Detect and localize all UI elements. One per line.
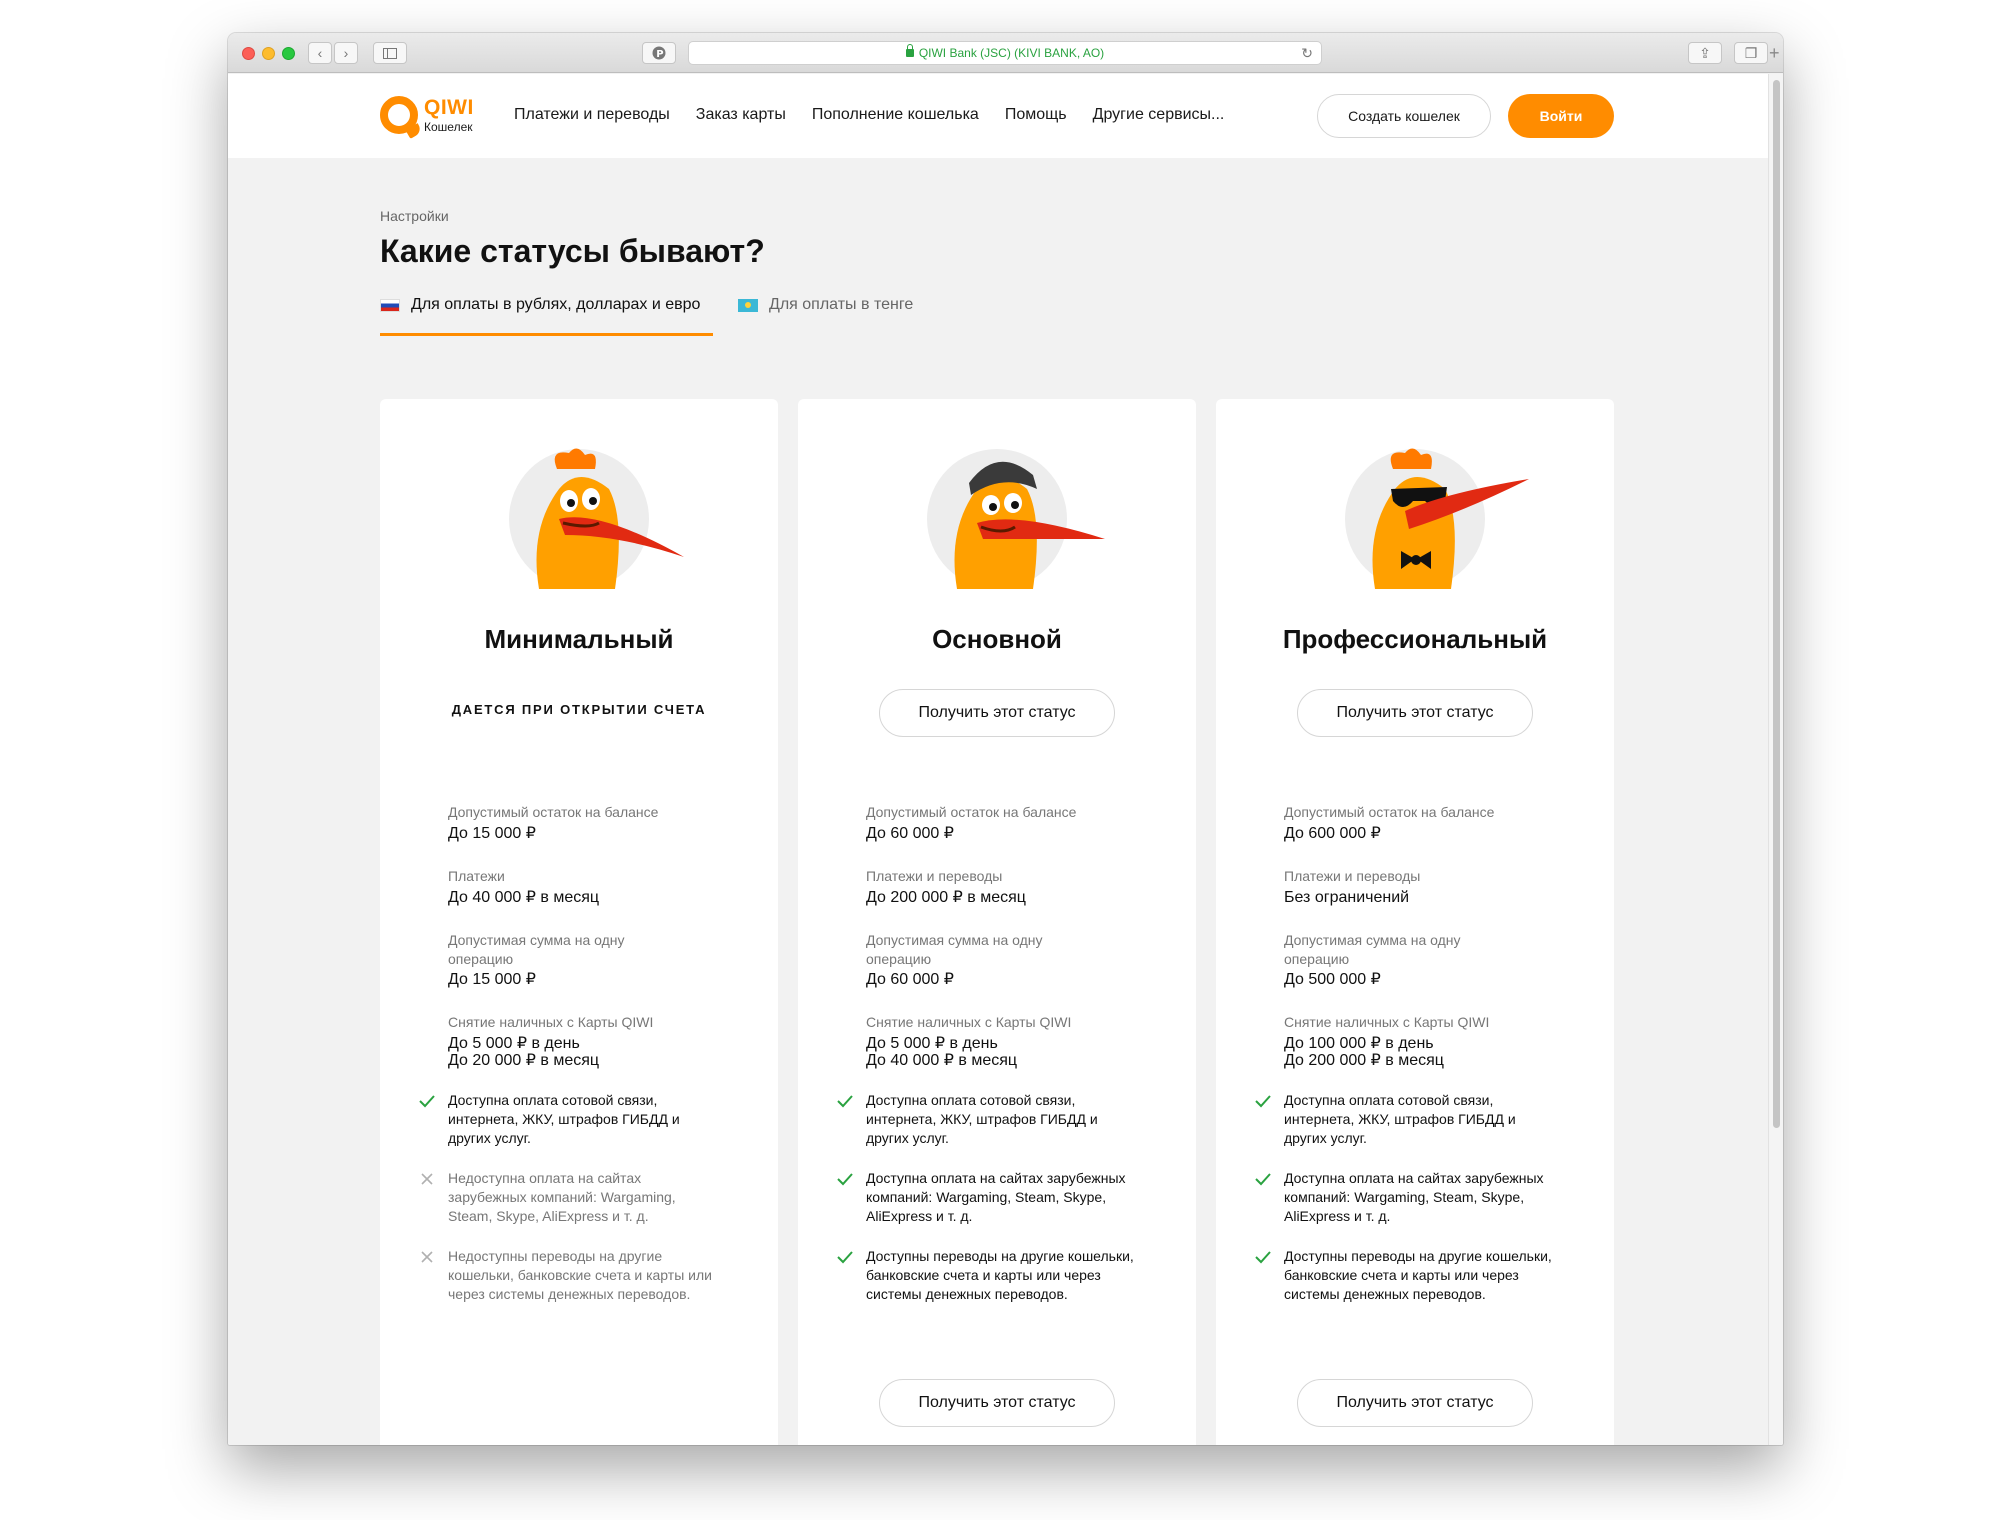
breadcrumb[interactable]: Настройки	[380, 208, 449, 224]
address-text: QIWI Bank (JSC) (KIVI BANK, AO)	[918, 46, 1105, 60]
ru-flag-icon	[380, 299, 400, 312]
status-card-minimal: Минимальный ДАЕТСЯ ПРИ ОТКРЫТИИ СЧЕТА До…	[380, 399, 778, 1445]
qiwi-logo[interactable]: QIWI Кошелек	[380, 94, 490, 140]
limit-value: До 5 000 ₽ в день До 20 000 ₽ в месяц	[448, 1035, 600, 1069]
limit-label: Платежи и переводы	[866, 868, 1003, 884]
new-tab-icon[interactable]: +	[1769, 43, 1780, 64]
nav-payments[interactable]: Платежи и переводы	[514, 106, 670, 124]
scrollbar-thumb[interactable]	[1773, 80, 1780, 1128]
check-icon	[1255, 1173, 1271, 1186]
nav-help[interactable]: Помощь	[1005, 106, 1067, 124]
limit-label: Допустимый остаток на балансе	[1284, 804, 1495, 820]
reload-icon[interactable]: ↻	[1301, 45, 1313, 62]
site-header: QIWI Кошелек Платежи и переводы Заказ ка…	[228, 74, 1768, 158]
tab-tenge[interactable]: Для оплаты в тенге	[738, 296, 913, 336]
bird-mascot-sunglasses-icon	[1372, 448, 1529, 589]
status-title: Минимальный	[484, 624, 674, 654]
zoom-window-icon[interactable]	[282, 47, 295, 60]
feature-text: Недоступна оплата на сайтах зарубежных к…	[448, 1170, 676, 1224]
get-status-button-bottom[interactable]: Получить этот статус	[1297, 1379, 1533, 1427]
feature-text: Доступна оплата на сайтах зарубежных ком…	[866, 1170, 1126, 1224]
bird-mascot-cap-icon	[954, 461, 1105, 589]
limit-value: До 40 000 ₽ в месяц	[448, 889, 600, 906]
pinterest-icon[interactable]: P	[642, 42, 676, 64]
check-icon	[837, 1173, 853, 1186]
browser-titlebar: ‹ › P QIWI Bank (JSC) (KIVI BANK, AO) ↻ …	[228, 33, 1783, 73]
limit-label: Допустимая сумма на одну операцию	[866, 932, 1043, 967]
login-button[interactable]: Войти	[1508, 94, 1614, 138]
limit-label: Допустимый остаток на балансе	[866, 804, 1077, 820]
svg-text:P: P	[656, 49, 663, 60]
bird-avatar-basic	[927, 449, 1105, 589]
nav-other-services[interactable]: Другие сервисы...	[1093, 106, 1225, 124]
check-icon	[837, 1095, 853, 1108]
page-scrollbar[interactable]	[1768, 74, 1783, 1445]
limit-value: До 60 000 ₽	[866, 825, 954, 842]
check-icon	[419, 1095, 435, 1108]
limit-value: До 15 000 ₽	[448, 971, 536, 988]
feature-text: Доступна оплата на сайтах зарубежных ком…	[1284, 1170, 1544, 1224]
back-icon[interactable]: ‹	[308, 42, 332, 64]
nav-card-order[interactable]: Заказ карты	[696, 106, 786, 124]
bird-mascot-icon	[536, 448, 684, 589]
create-wallet-button[interactable]: Создать кошелек	[1317, 94, 1491, 138]
cross-icon	[421, 1173, 433, 1185]
status-card-basic: Основной Получить этот статус Допустимый…	[798, 399, 1196, 1445]
browser-window: ‹ › P QIWI Bank (JSC) (KIVI BANK, AO) ↻ …	[228, 33, 1783, 1445]
limit-label: Допустимая сумма на одну операцию	[448, 932, 625, 967]
bird-avatar-professional	[1345, 448, 1529, 589]
status-note: ДАЕТСЯ ПРИ ОТКРЫТИИ СЧЕТА	[451, 702, 707, 717]
page-title: Какие статусы бывают?	[380, 233, 765, 269]
limit-value: До 60 000 ₽	[866, 971, 954, 988]
lock-icon	[905, 44, 914, 57]
minimize-window-icon[interactable]	[262, 47, 275, 60]
qiwi-logo-icon	[380, 96, 418, 134]
kz-flag-icon	[738, 299, 758, 312]
feature-text: Доступна оплата сотовой связи, интернета…	[1284, 1092, 1516, 1146]
check-icon	[837, 1251, 853, 1264]
share-icon[interactable]: ⇪	[1688, 42, 1722, 64]
main-nav: Платежи и переводы Заказ карты Пополнени…	[514, 106, 1250, 124]
limit-value: До 5 000 ₽ в день До 40 000 ₽ в месяц	[866, 1035, 1018, 1069]
feature-text: Доступна оплата сотовой связи, интернета…	[866, 1092, 1098, 1146]
feature-text: Доступны переводы на другие кошельки, ба…	[866, 1248, 1134, 1302]
limit-label: Допустимая сумма на одну операцию	[1284, 932, 1461, 967]
limit-value: До 100 000 ₽ в день До 200 000 ₽ в месяц	[1284, 1035, 1444, 1069]
tab-rub-usd-eur[interactable]: Для оплаты в рублях, долларах и евро	[380, 296, 713, 336]
feature-text: Доступны переводы на другие кошельки, ба…	[1284, 1248, 1552, 1302]
feature-text: Доступна оплата сотовой связи, интернета…	[448, 1092, 680, 1146]
limit-value: До 600 000 ₽	[1284, 825, 1381, 842]
cross-icon	[421, 1251, 433, 1263]
address-bar[interactable]: QIWI Bank (JSC) (KIVI BANK, AO) ↻	[688, 41, 1322, 65]
get-status-button[interactable]: Получить этот статус	[1297, 689, 1533, 737]
status-title: Профессиональный	[1282, 624, 1548, 654]
limit-label: Платежи	[448, 868, 505, 884]
get-status-button[interactable]: Получить этот статус	[879, 689, 1115, 737]
limit-label: Допустимый остаток на балансе	[448, 804, 659, 820]
limit-label: Снятие наличных с Карты QIWI	[1284, 1014, 1490, 1030]
limit-label: Снятие наличных с Карты QIWI	[866, 1014, 1072, 1030]
forward-icon[interactable]: ›	[334, 42, 358, 64]
status-card-professional: Профессиональный Получить этот статус До…	[1216, 399, 1614, 1445]
limit-label: Платежи и переводы	[1284, 868, 1421, 884]
limit-value: До 200 000 ₽ в месяц	[866, 889, 1026, 906]
page-viewport: QIWI Кошелек Платежи и переводы Заказ ка…	[228, 74, 1768, 1445]
limit-value: До 15 000 ₽	[448, 825, 536, 842]
limit-value: До 500 000 ₽	[1284, 971, 1381, 988]
feature-text: Недоступны переводы на другие кошельки, …	[448, 1248, 712, 1302]
nav-top-up[interactable]: Пополнение кошелька	[812, 106, 979, 124]
check-icon	[1255, 1095, 1271, 1108]
check-icon	[1255, 1251, 1271, 1264]
bird-avatar-minimal	[509, 448, 684, 589]
sidebar-toggle-icon[interactable]	[373, 42, 407, 64]
close-window-icon[interactable]	[242, 47, 255, 60]
tabs-overview-icon[interactable]: ❐	[1734, 42, 1768, 64]
status-title: Основной	[932, 624, 1062, 654]
limit-label: Снятие наличных с Карты QIWI	[448, 1014, 654, 1030]
limit-value: Без ограничений	[1284, 889, 1410, 906]
get-status-button-bottom[interactable]: Получить этот статус	[879, 1379, 1115, 1427]
